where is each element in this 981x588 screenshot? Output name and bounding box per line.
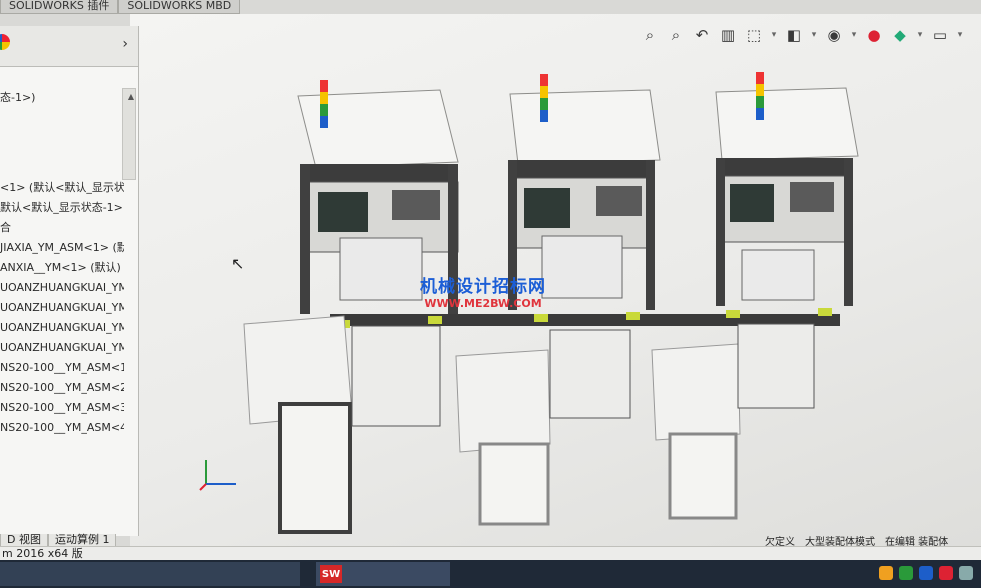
tree-item[interactable]: JIAXIA_YM_ASM<1> (默: [0, 238, 124, 258]
windows-taskbar: SW: [0, 560, 981, 588]
station-3: [715, 72, 859, 306]
tree-item[interactable]: NS20-100__YM_ASM<1>: [0, 358, 124, 378]
chevron-down-icon[interactable]: ▾: [810, 25, 818, 45]
previous-view-icon[interactable]: ↶: [692, 25, 712, 45]
display-style-icon[interactable]: ◧: [784, 25, 804, 45]
tree-item[interactable]: 合: [0, 218, 124, 238]
tree-item[interactable]: 态-1>): [0, 88, 124, 108]
mouse-cursor-icon: ↖: [231, 254, 245, 273]
status-bar: m 2016 x64 版 欠定义 大型装配体模式 在编辑 装配体: [0, 537, 981, 561]
scroll-up-icon[interactable]: ▲: [128, 92, 134, 101]
tree-item[interactable]: NS20-100__YM_ASM<2>: [0, 378, 124, 398]
lower-cabinets: [243, 315, 815, 534]
status-info: 欠定义 大型装配体模式 在编辑 装配体: [765, 537, 949, 548]
tray-icon[interactable]: [879, 566, 893, 580]
tree-item[interactable]: UOANZHUANGKUAI_YM: [0, 318, 124, 338]
taskbar-solidworks[interactable]: SW: [316, 562, 450, 586]
hide-show-icon[interactable]: ◉: [824, 25, 844, 45]
tray-icon[interactable]: [899, 566, 913, 580]
chevron-right-icon[interactable]: ›: [122, 36, 128, 52]
display-screen-icon[interactable]: ▭: [930, 25, 950, 45]
solidworks-logo: SW: [320, 565, 342, 583]
feature-manager-panel: › 态-1>) <1> (默认<默认_显示状 默认<默认_显示状态-1> 合 J…: [0, 26, 139, 536]
edit-appearance-icon[interactable]: ●: [864, 25, 884, 45]
graphics-area[interactable]: ⌕ ⌕ ↶ ▥ ⬚ ▾ ◧ ▾ ◉ ▾ ● ◆ ▾ ▭ ▾: [130, 14, 981, 546]
panel-scrollbar[interactable]: [122, 88, 136, 180]
watermark-title: 机械设计招标网: [420, 277, 546, 297]
chevron-down-icon[interactable]: ▾: [916, 25, 924, 45]
tray-icon[interactable]: [919, 566, 933, 580]
assembly-model: [243, 72, 859, 534]
tree-item[interactable]: 默认<默认_显示状态-1>: [0, 198, 124, 218]
apply-scene-icon[interactable]: ◆: [890, 25, 910, 45]
heads-up-view-toolbar: ⌕ ⌕ ↶ ▥ ⬚ ▾ ◧ ▾ ◉ ▾ ● ◆ ▾ ▭ ▾: [640, 22, 964, 48]
coordinate-triad-icon: [199, 460, 236, 491]
tray-icon[interactable]: [959, 566, 973, 580]
tree-item[interactable]: NS20-100__YM_ASM<4>: [0, 418, 124, 438]
section-view-icon[interactable]: ▥: [718, 25, 738, 45]
version-label: m 2016 x64 版: [2, 547, 83, 560]
watermark-url: WWW.ME2BW.COM: [424, 297, 542, 310]
tab-solidworks-mbd[interactable]: SOLIDWORKS MBD: [118, 0, 241, 14]
chevron-down-icon[interactable]: ▾: [956, 25, 964, 45]
view-orientation-icon[interactable]: ⬚: [744, 25, 764, 45]
feature-tree: 态-1>) <1> (默认<默认_显示状 默认<默认_显示状态-1> 合 JIA…: [0, 88, 124, 438]
zoom-to-fit-icon[interactable]: ⌕: [640, 25, 660, 45]
zoom-area-icon[interactable]: ⌕: [666, 25, 686, 45]
taskbar-button[interactable]: [0, 562, 300, 586]
tab-solidworks-addins[interactable]: SOLIDWORKS 插件: [0, 0, 119, 14]
chevron-down-icon[interactable]: ▾: [850, 25, 858, 45]
tree-item[interactable]: NS20-100__YM_ASM<3>: [0, 398, 124, 418]
tree-item[interactable]: ANXIA__YM<1> (默认): [0, 258, 124, 278]
top-tab-bar: SOLIDWORKS 插件 SOLIDWORKS MBD: [0, 0, 300, 14]
watermark: 机械设计招标网 WWW.ME2BW.COM: [420, 272, 546, 310]
chevron-down-icon[interactable]: ▾: [770, 25, 778, 45]
system-tray: [879, 566, 973, 580]
panel-header: ›: [0, 26, 138, 67]
tree-item[interactable]: UOANZHUANGKUAI_YM: [0, 338, 124, 358]
tree-item[interactable]: <1> (默认<默认_显示状: [0, 178, 124, 198]
display-manager-icon[interactable]: [0, 34, 10, 50]
tree-item[interactable]: UOANZHUANGKUAI_YM: [0, 278, 124, 298]
tree-item[interactable]: [0, 108, 124, 178]
tree-item[interactable]: UOANZHUANGKUAI_YM: [0, 298, 124, 318]
tray-icon[interactable]: [939, 566, 953, 580]
